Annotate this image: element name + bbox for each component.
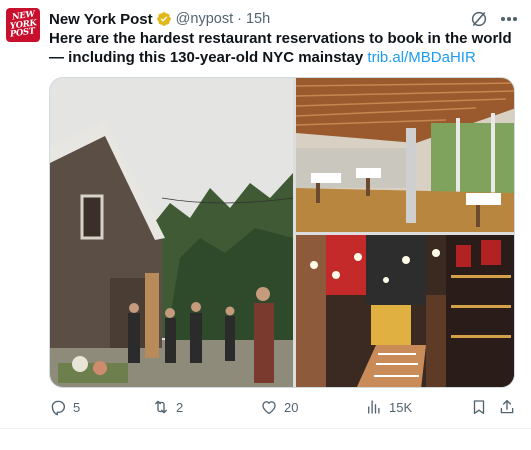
like-button[interactable]: 20 [260, 396, 298, 418]
bookmark-button[interactable] [470, 396, 488, 418]
tweet-header: New York Post @nypost · 15h [49, 9, 270, 29]
account-name[interactable]: New York Post [49, 11, 153, 28]
more-icon[interactable] [499, 9, 519, 29]
action-bar: 5 2 20 15K [49, 396, 519, 418]
views-icon [368, 400, 380, 414]
separator-dot: · [237, 11, 242, 27]
red-wine-bar-dining-photo[interactable] [296, 235, 514, 387]
bookmark-icon [473, 400, 485, 415]
tweet-text: Here are the hardest restaurant reservat… [49, 29, 519, 67]
share-button[interactable] [498, 396, 516, 418]
tweet-link[interactable]: trib.al/MBDaHIR [367, 49, 475, 66]
reply-count: 5 [73, 399, 81, 415]
repost-button[interactable]: 2 [152, 396, 183, 418]
views-button[interactable]: 15K [365, 396, 412, 418]
avatar[interactable]: NEW YORK POST [6, 8, 40, 42]
divider [0, 428, 531, 429]
repost-icon [155, 400, 167, 414]
timestamp[interactable]: 15h [246, 11, 270, 27]
grok-icon[interactable] [470, 10, 488, 28]
reply-icon [51, 400, 66, 416]
reply-button[interactable]: 5 [49, 396, 80, 418]
tweet-card[interactable]: NEW YORK POST New York Post @nypost · 15… [0, 0, 531, 430]
modern-dining-room-photo[interactable] [296, 78, 514, 232]
account-handle[interactable]: @nypost [176, 11, 233, 27]
media-grid [49, 77, 515, 388]
like-icon [262, 401, 276, 415]
avatar-text-line: POST [9, 26, 37, 40]
verified-badge-icon[interactable] [156, 11, 172, 27]
outdoor-barn-party-photo[interactable] [50, 78, 293, 387]
share-icon [500, 399, 514, 414]
like-count: 20 [284, 399, 299, 415]
repost-count: 2 [176, 399, 184, 415]
views-count: 15K [389, 399, 413, 415]
